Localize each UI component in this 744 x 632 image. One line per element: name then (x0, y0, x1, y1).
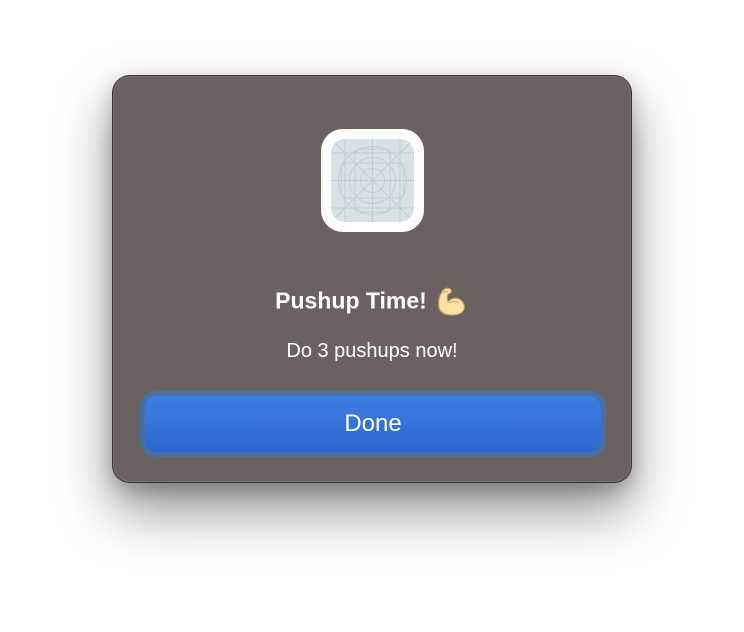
alert-dialog: Pushup Time! Do 3 pushups now! Done (112, 75, 632, 483)
flexed-biceps-icon (435, 284, 469, 318)
done-button[interactable]: Done (140, 391, 606, 457)
app-icon-grid (331, 139, 414, 222)
alert-title: Pushup Time! (275, 287, 427, 314)
done-button-label: Done (145, 396, 601, 452)
screen-background: Pushup Time! Do 3 pushups now! Done (0, 0, 744, 632)
alert-title-row: Pushup Time! (113, 284, 631, 318)
app-icon (321, 129, 424, 232)
alert-message: Do 3 pushups now! (286, 340, 458, 362)
